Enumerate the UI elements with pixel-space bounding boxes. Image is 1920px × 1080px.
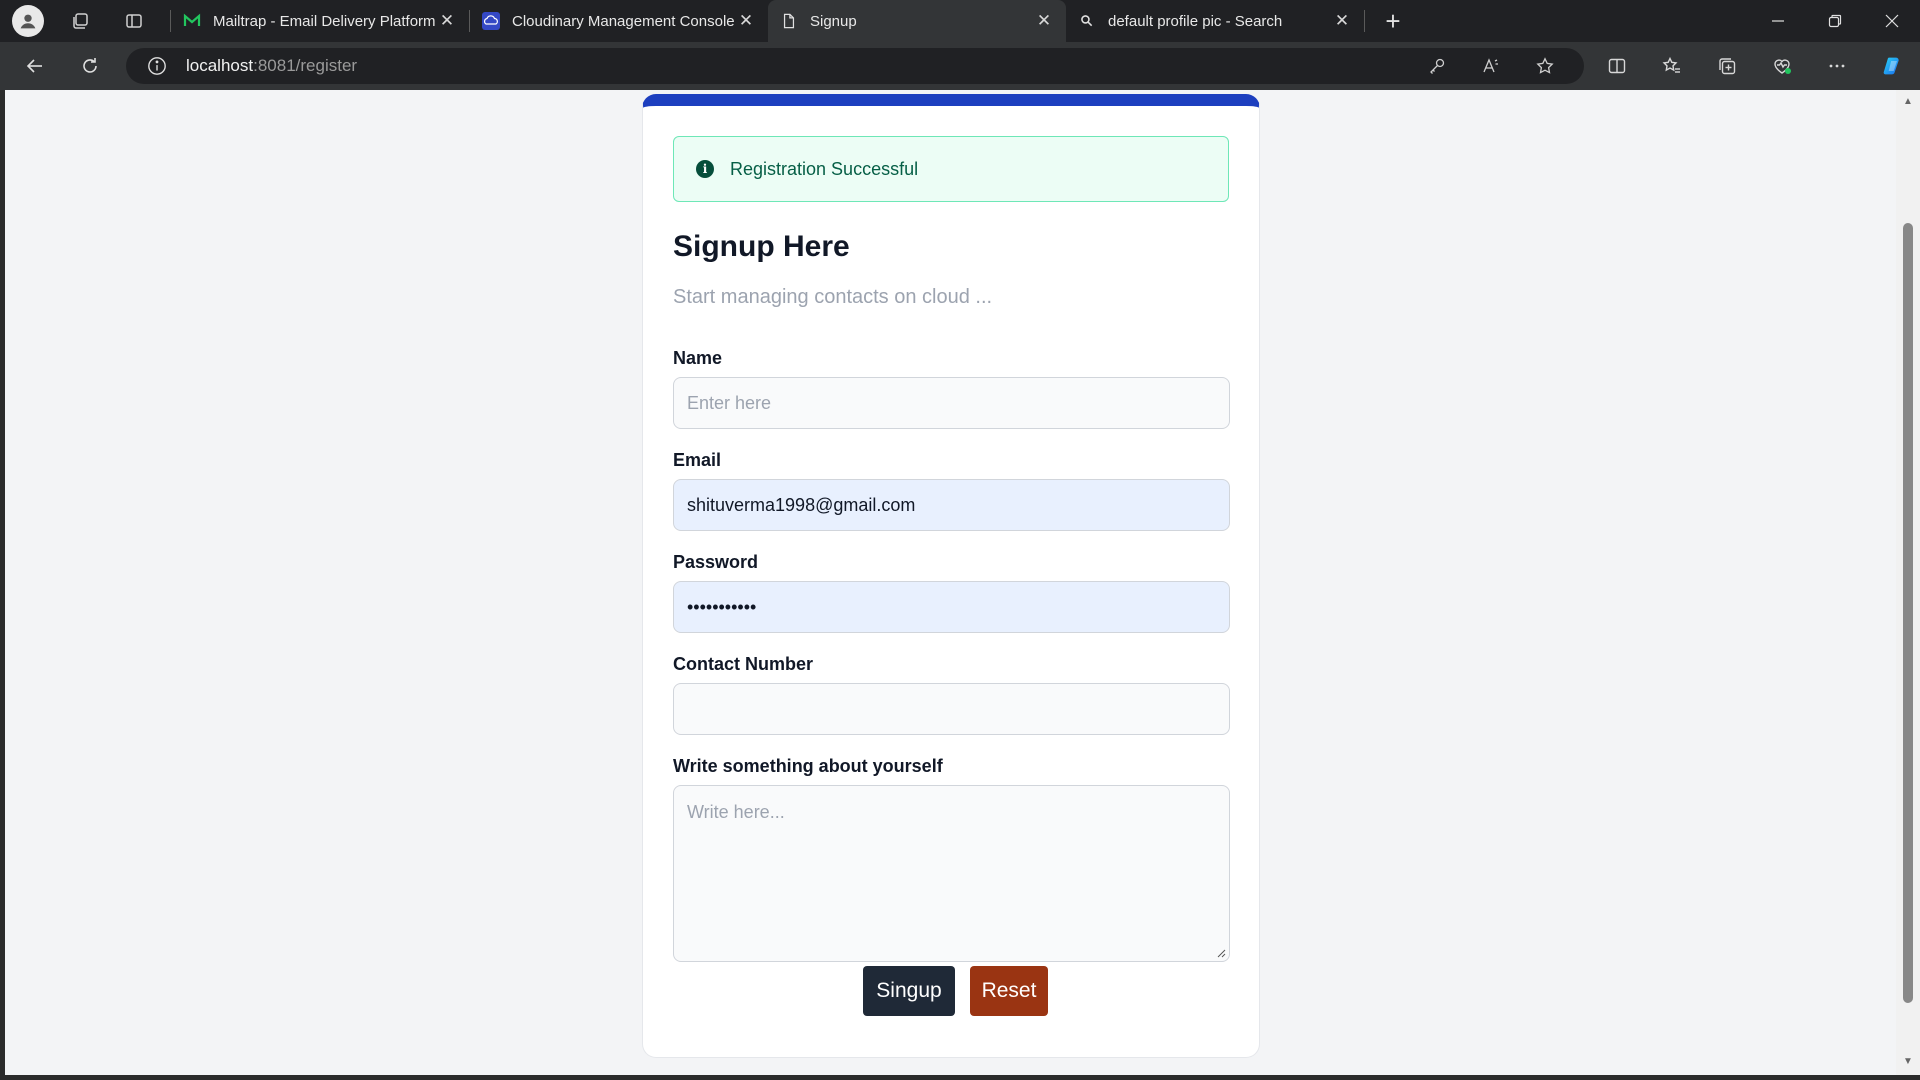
- name-label: Name: [673, 348, 723, 368]
- close-tab-icon[interactable]: ✕: [736, 11, 756, 31]
- name-placeholder: Enter here: [687, 392, 772, 413]
- tab-title: Cloudinary Management Console: [512, 12, 735, 30]
- browser-essentials-icon[interactable]: [1761, 45, 1803, 87]
- search-icon: [1078, 12, 1096, 30]
- tab-search[interactable]: default profile pic - Search ✕: [1066, 0, 1364, 42]
- workspaces-icon[interactable]: [62, 3, 98, 39]
- page-scrollbar[interactable]: ▲ ▼: [1896, 90, 1920, 1075]
- cloudinary-icon: [482, 12, 500, 30]
- page-icon: [780, 12, 798, 30]
- tab-signup[interactable]: Signup ✕: [768, 0, 1066, 42]
- password-label: Password: [673, 552, 759, 572]
- close-window-icon[interactable]: [1863, 0, 1920, 42]
- minimize-icon[interactable]: [1749, 0, 1806, 42]
- contact-number-input[interactable]: [673, 683, 1230, 735]
- tab-cloudinary[interactable]: Cloudinary Management Console ✕: [470, 0, 768, 42]
- back-icon[interactable]: [15, 46, 55, 86]
- browser-tab-bar: Mailtrap - Email Delivery Platform ✕ Clo…: [0, 0, 1920, 42]
- email-label: Email: [673, 450, 722, 470]
- resize-handle-icon[interactable]: [1216, 948, 1226, 958]
- url-path: :8081/register: [253, 56, 358, 75]
- about-placeholder: Write here...: [687, 802, 785, 822]
- alert-message: Registration Successful: [730, 158, 919, 179]
- page-viewport: i Registration Successful Signup Here St…: [5, 90, 1896, 1075]
- collections-icon[interactable]: [1706, 45, 1748, 87]
- mailtrap-icon: [183, 12, 201, 30]
- scroll-up-icon[interactable]: ▲: [1902, 96, 1914, 108]
- page-title: Signup Here: [673, 230, 850, 263]
- email-input[interactable]: shituverma1998@gmail.com: [673, 479, 1230, 531]
- profile-avatar-icon[interactable]: [12, 5, 44, 37]
- page-subtitle: Start managing contacts on cloud ...: [673, 286, 993, 308]
- window-controls: [1749, 0, 1920, 42]
- split-screen-icon[interactable]: [1596, 45, 1638, 87]
- site-info-icon[interactable]: [146, 55, 168, 77]
- email-value: shituverma1998@gmail.com: [687, 494, 916, 515]
- vertical-tabs-icon[interactable]: [116, 3, 152, 39]
- info-icon: i: [696, 160, 714, 178]
- favorite-star-icon[interactable]: [1528, 49, 1562, 83]
- tab-separator: [1364, 10, 1365, 32]
- browser-toolbar: localhost:8081/register: [0, 42, 1920, 90]
- copilot-icon[interactable]: [1871, 45, 1913, 87]
- reset-button[interactable]: Reset: [970, 966, 1048, 1016]
- more-options-icon[interactable]: [1816, 45, 1858, 87]
- new-tab-button[interactable]: +: [1373, 1, 1413, 41]
- contact-label: Contact Number: [673, 654, 814, 674]
- password-input[interactable]: •••••••••••: [673, 581, 1230, 633]
- favorites-icon[interactable]: [1651, 45, 1693, 87]
- tab-title: Signup: [810, 12, 857, 30]
- restore-icon[interactable]: [1806, 0, 1863, 42]
- read-aloud-icon[interactable]: [1474, 49, 1508, 83]
- url-host: localhost: [186, 56, 254, 75]
- refresh-icon[interactable]: [70, 46, 110, 86]
- tab-title: Mailtrap - Email Delivery Platform: [213, 12, 436, 30]
- address-bar[interactable]: localhost:8081/register: [126, 48, 1584, 84]
- close-tab-icon[interactable]: ✕: [1034, 11, 1054, 31]
- scroll-down-icon[interactable]: ▼: [1902, 1056, 1914, 1068]
- key-icon[interactable]: [1420, 49, 1454, 83]
- success-alert: i Registration Successful: [673, 136, 1229, 202]
- tab-title: default profile pic - Search: [1108, 12, 1283, 30]
- name-input[interactable]: Enter here: [673, 377, 1230, 429]
- tab-mailtrap[interactable]: Mailtrap - Email Delivery Platform ✕: [171, 0, 469, 42]
- close-tab-icon[interactable]: ✕: [1332, 11, 1352, 31]
- url-text: localhost:8081/register: [186, 56, 357, 76]
- scrollbar-thumb[interactable]: [1903, 223, 1913, 1003]
- close-tab-icon[interactable]: ✕: [437, 11, 457, 31]
- about-label: Write something about yourself: [673, 756, 943, 776]
- about-textarea[interactable]: Write here...: [673, 785, 1230, 962]
- signup-button[interactable]: Singup: [863, 966, 955, 1016]
- password-value: •••••••••••: [687, 596, 757, 617]
- signup-card: i Registration Successful Signup Here St…: [642, 94, 1260, 1058]
